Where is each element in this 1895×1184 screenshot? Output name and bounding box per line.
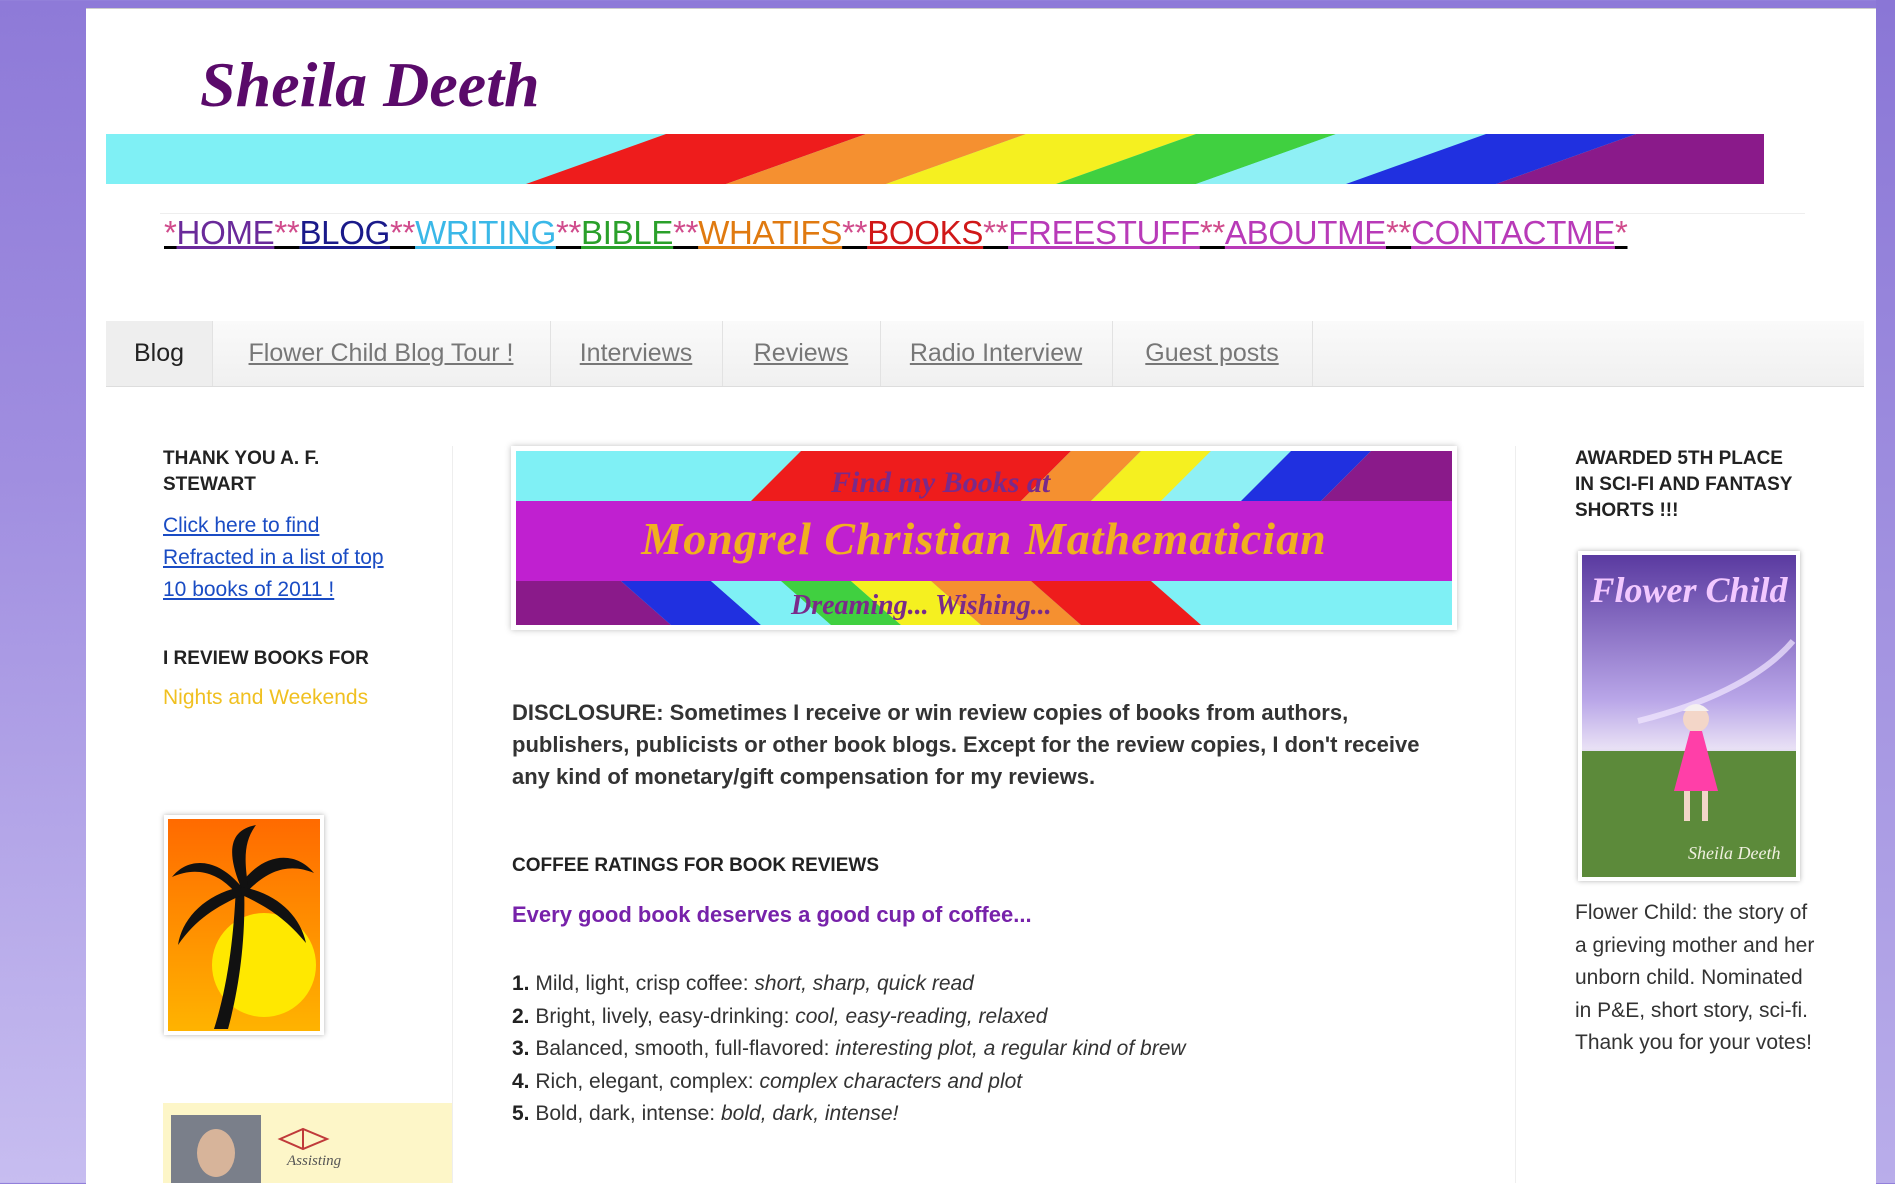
nights-and-weekends-link[interactable]: Nights and Weekends xyxy=(163,686,453,710)
banner-line-1: Find my Books at xyxy=(831,466,1051,499)
site-title[interactable]: Sheila Deeth xyxy=(200,48,540,122)
rating-item: 2. Bright, lively, easy-drinking: cool, … xyxy=(512,1004,1048,1028)
flower-child-description: Flower Child: the story of a grieving mo… xyxy=(1575,901,1815,1054)
cover-author: Sheila Deeth xyxy=(1688,843,1781,863)
book-icon xyxy=(277,1127,330,1151)
column-divider-right xyxy=(1515,446,1516,1183)
nav-separator: * xyxy=(1614,214,1628,251)
rating-item: 5. Bold, dark, intense: bold, dark, inte… xyxy=(512,1102,899,1125)
banner-line-3: Dreaming... Wishing... xyxy=(791,590,1052,621)
nav-separator: ** xyxy=(983,214,1009,251)
nav-separator: ** xyxy=(1199,214,1225,251)
author-badge-image[interactable]: Assisting xyxy=(163,1103,453,1183)
nav-link-aboutme[interactable]: ABOUTME xyxy=(1225,214,1386,251)
author-badge-text: Assisting xyxy=(287,1153,342,1169)
tab-flower-child-blog-tour[interactable]: Flower Child Blog Tour ! xyxy=(212,321,551,386)
rating-item: 4. Rich, elegant, complex: complex chara… xyxy=(512,1069,1023,1093)
column-divider-left xyxy=(452,446,453,1183)
page-right-border xyxy=(1876,0,1895,1183)
nav-separator: ** xyxy=(673,214,699,251)
tab-reviews[interactable]: Reviews xyxy=(722,321,881,386)
nav-link-home[interactable]: HOME xyxy=(177,214,275,251)
nav-link-freestuff[interactable]: FREESTUFF xyxy=(1008,214,1200,251)
right-sidebar: AWARDED 5TH PLACE IN SCI-FI AND FANTASY … xyxy=(1575,446,1825,524)
nav-separator: ** xyxy=(274,214,300,251)
flower-child-cover-image[interactable]: Flower Child Sheila Deeth xyxy=(1578,551,1800,881)
nav-link-bible[interactable]: BIBLE xyxy=(581,214,673,251)
books-banner-image[interactable]: Find my Books at Mongrel Christian Mathe… xyxy=(511,446,1457,630)
coffee-ratings-title: COFFEE RATINGS FOR BOOK REVIEWS xyxy=(512,855,879,876)
coffee-tagline: Every good book deserves a good cup of c… xyxy=(512,902,1032,927)
nav-link-contactme[interactable]: CONTACTME xyxy=(1411,214,1615,251)
rating-item: 3. Balanced, smooth, full-flavored: inte… xyxy=(512,1037,1186,1060)
nav-separator: ** xyxy=(555,214,582,251)
palm-tree-badge-image[interactable] xyxy=(164,815,324,1035)
tab-guest-posts[interactable]: Guest posts xyxy=(1112,321,1313,386)
coffee-ratings-list: 1. Mild, light, crisp coffee: short, sha… xyxy=(512,968,1186,1131)
nav-separator: ** xyxy=(842,214,868,251)
tab-radio-interview[interactable]: Radio Interview xyxy=(880,321,1113,386)
nav-link-whatifs[interactable]: WHATIFS xyxy=(698,214,842,251)
disclosure-text: DISCLOSURE: Sometimes I receive or win r… xyxy=(512,700,1420,789)
header-rainbow-banner xyxy=(106,134,1764,184)
nav-link-writing[interactable]: WRITING xyxy=(415,214,556,251)
tab-bar: Blog Flower Child Blog Tour ! Interviews… xyxy=(106,321,1864,387)
main-nav: *HOME**BLOG**WRITING**BIBLE**WHATIFS**BO… xyxy=(164,214,1628,252)
tab-blog[interactable]: Blog xyxy=(106,321,213,386)
refracted-top10-link[interactable]: Click here to find Refracted in a list o… xyxy=(163,510,398,606)
thanks-widget-title: THANK YOU A. F. STEWART xyxy=(163,448,320,495)
author-photo xyxy=(171,1115,261,1183)
nav-separator: * xyxy=(164,214,177,251)
nav-link-books[interactable]: BOOKS xyxy=(867,214,983,251)
review-books-for-title: I REVIEW BOOKS FOR xyxy=(163,648,369,669)
tab-interviews[interactable]: Interviews xyxy=(550,321,723,386)
rating-item: 1. Mild, light, crisp coffee: short, sha… xyxy=(512,972,974,995)
nav-separator: ** xyxy=(389,214,416,251)
banner-line-2: Mongrel Christian Mathematician xyxy=(641,513,1327,564)
award-widget-title: AWARDED 5TH PLACE IN SCI-FI AND FANTASY … xyxy=(1575,448,1793,521)
left-sidebar: THANK YOU A. F. STEWART Click here to fi… xyxy=(163,446,453,710)
cover-title: Flower Child xyxy=(1590,570,1788,610)
nav-link-blog[interactable]: BLOG xyxy=(299,214,390,251)
nav-separator: ** xyxy=(1386,214,1412,251)
